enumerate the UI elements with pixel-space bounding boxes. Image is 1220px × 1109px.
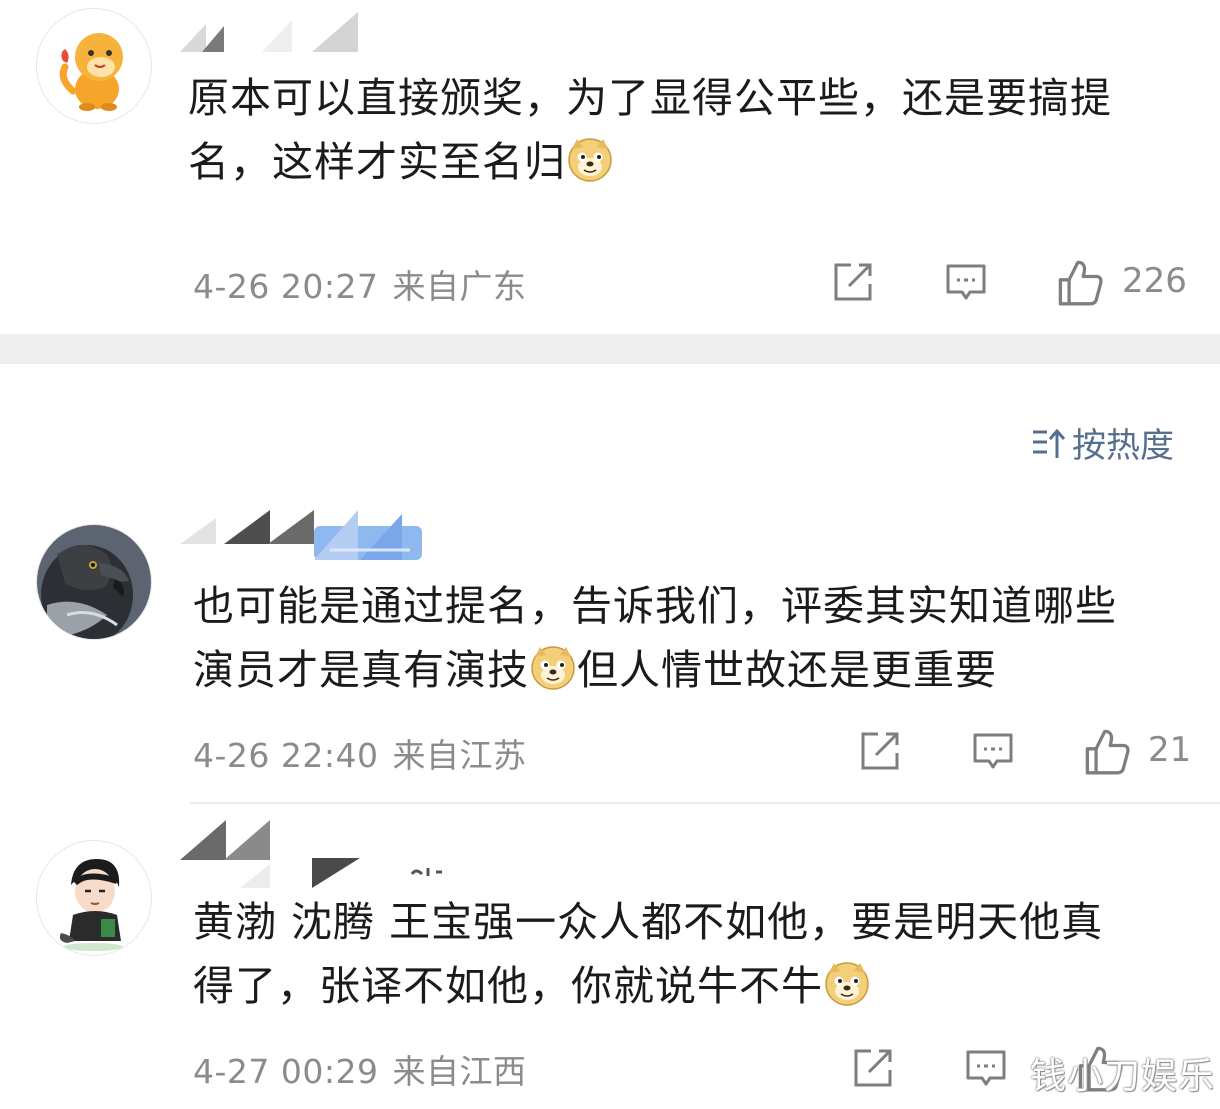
comment-meta: 4-27 00:29 来自江西: [193, 1045, 527, 1093]
avatar[interactable]: [36, 8, 152, 124]
comment-text-segment: 但人情世故还是更重要: [577, 646, 997, 694]
avatar[interactable]: [36, 524, 152, 640]
comment-text-line: 得了，张译不如他，你就说牛不牛: [193, 954, 1103, 1018]
comment-text: 也可能是通过提名，告诉我们，评委其实知道哪些 演员才是真有演技 但人情世故还是更重…: [193, 574, 1117, 702]
like-count: 226: [1122, 261, 1187, 301]
comment-meta: 4-26 20:27 来自广东: [193, 260, 527, 308]
comment-icon[interactable]: [964, 1046, 1008, 1090]
comment-text-segment: 得了，张译不如他，你就说牛不牛: [193, 962, 823, 1010]
boy-avatar-icon: [37, 841, 151, 955]
dinosaur-avatar-icon: [37, 9, 151, 123]
share-icon[interactable]: [831, 260, 875, 304]
comment-text: 黄渤 沈腾 王宝强一众人都不如他，要是明天他真 得了，张译不如他，你就说牛不牛: [193, 890, 1103, 1018]
comment-text-line: 演员才是真有演技 但人情世故还是更重要: [193, 638, 1117, 702]
thumbs-up-icon[interactable]: [1083, 727, 1131, 775]
sort-toggle-button[interactable]: 按热度: [1030, 418, 1174, 467]
username-obscured[interactable]: [180, 506, 425, 560]
like-count: 21: [1148, 730, 1192, 770]
username-obscured[interactable]: [180, 10, 360, 62]
comment-location: 来自广东: [392, 267, 527, 306]
sort-icon: [1033, 428, 1066, 458]
obscured-username-icon: [180, 510, 422, 560]
doge-emoji-icon: [825, 962, 869, 1006]
comment-meta: 4-26 22:40 来自江苏: [193, 729, 527, 777]
watermark: 钱小刀娱乐: [1030, 1056, 1216, 1097]
section-divider: [0, 334, 1220, 364]
doge-emoji-icon: [531, 646, 575, 690]
comment-divider: [190, 802, 1220, 804]
comment-text-line: 黄渤 沈腾 王宝强一众人都不如他，要是明天他真: [193, 898, 1104, 946]
comment-location: 来自江西: [392, 1052, 527, 1091]
share-icon[interactable]: [858, 729, 902, 773]
eagle-avatar-icon: [37, 525, 151, 639]
comment-text-segment: 演员才是真有演技: [193, 646, 529, 694]
comment-date: 4-26 20:27: [193, 267, 379, 306]
comment-date: 4-26 22:40: [193, 736, 379, 775]
share-icon[interactable]: [851, 1046, 895, 1090]
comment-icon[interactable]: [971, 729, 1015, 773]
comment-location: 来自江苏: [392, 736, 527, 775]
sort-label: 按热度: [1072, 426, 1174, 466]
obscured-username-icon: [180, 820, 442, 888]
comment-text-line: 原本可以直接颁奖，为了显得公平些，还是要搞提: [188, 74, 1112, 122]
comment-text-segment: 名，这样才实至名归: [188, 138, 566, 186]
comment-text-line: 也可能是通过提名，告诉我们，评委其实知道哪些: [193, 582, 1117, 630]
comment-icon[interactable]: [944, 260, 988, 304]
doge-emoji-icon: [568, 138, 612, 182]
comment-text: 原本可以直接颁奖，为了显得公平些，还是要搞提 名，这样才实至名归: [188, 66, 1112, 194]
username-obscured[interactable]: [180, 818, 460, 888]
thumbs-up-icon[interactable]: [1056, 258, 1104, 306]
obscured-username-icon: [180, 12, 358, 52]
comment-text-line: 名，这样才实至名归: [188, 130, 1112, 194]
comment-date: 4-27 00:29: [193, 1052, 379, 1091]
avatar[interactable]: [36, 840, 152, 956]
